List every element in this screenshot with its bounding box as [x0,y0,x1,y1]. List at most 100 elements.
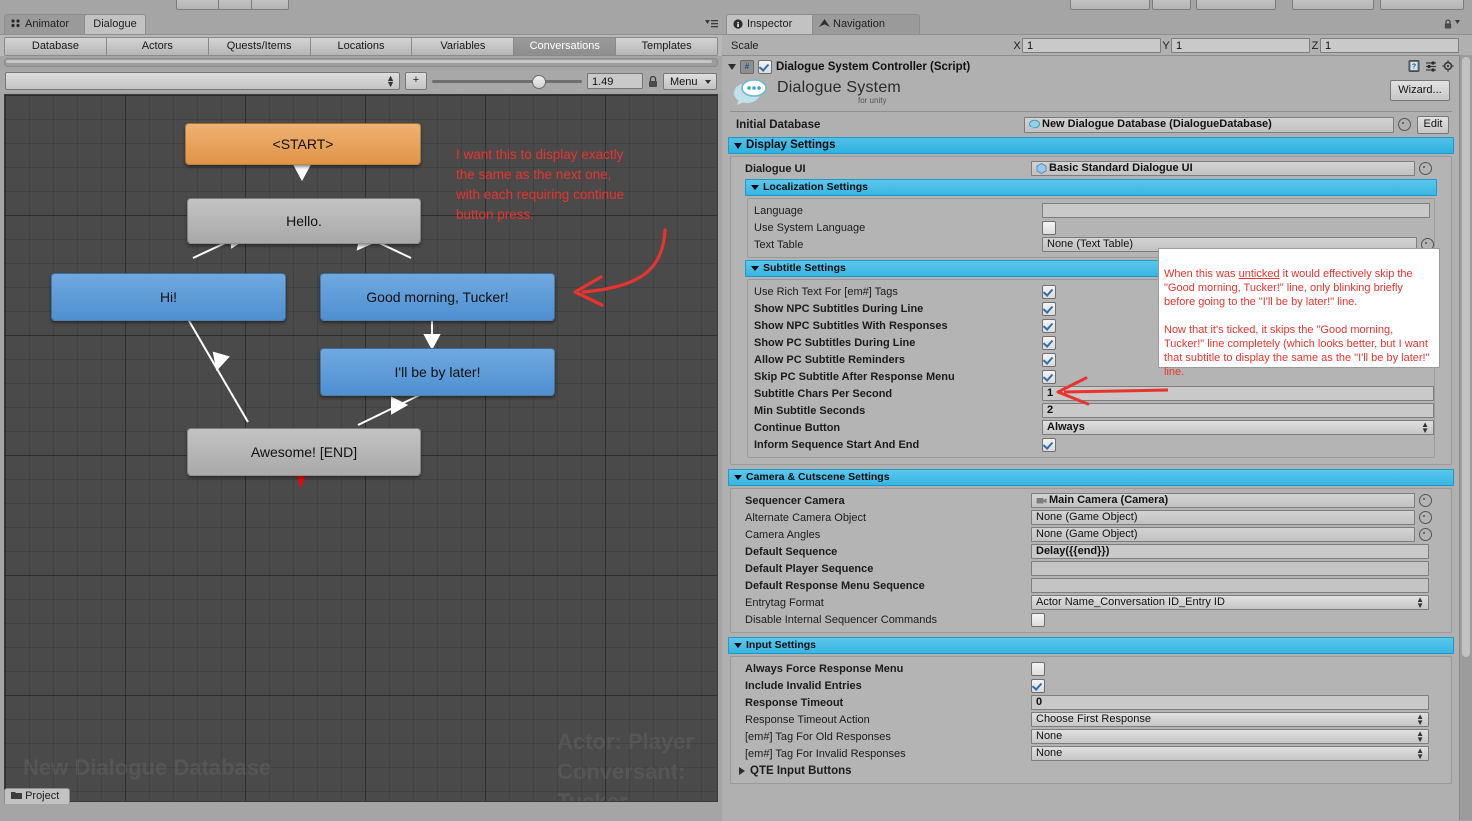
inspector-scrollbar-thumb[interactable] [1462,57,1470,657]
help-icon[interactable]: ? [1408,60,1420,72]
inspector-lock-icon[interactable] [1444,19,1452,29]
db-tab-database[interactable]: Database [4,37,107,56]
node-hello[interactable]: Hello. [187,198,421,244]
db-tab-conversations[interactable]: Conversations [514,37,617,56]
node-good-morning[interactable]: Good morning, Tucker! [320,273,555,321]
always-force-response-menu-checkbox[interactable] [1031,661,1045,676]
db-tab-variables[interactable]: Variables [412,37,515,56]
tab-inspector[interactable]: Inspector [726,14,824,34]
lock-icon[interactable] [648,75,658,88]
continue-button-dropdown[interactable]: Always ▲ ▼ [1042,420,1434,435]
db-tab-quests-items[interactable]: Quests/Items [208,37,311,56]
sequencer-camera-field[interactable]: Main Camera (Camera) [1031,493,1415,508]
zoom-value-field[interactable]: 1.49 [587,73,643,89]
language-field[interactable] [1042,203,1430,218]
tag-old-responses-dropdown[interactable]: None ▲ ▼ [1031,729,1429,744]
include-invalid-entries-checkbox[interactable] [1031,678,1045,693]
input-settings-header[interactable]: Input Settings [728,637,1454,654]
pane-options-icon[interactable] [705,18,718,29]
node-be-by-later[interactable]: I'll be by later! [320,348,555,396]
scale-y-field[interactable]: 1 [1171,38,1310,53]
tab-animator[interactable]: Animator [4,14,96,34]
inform-sequence-checkbox[interactable] [1042,437,1056,452]
conversation-select-dropdown[interactable]: ▲ ▼ [5,72,400,90]
component-header[interactable]: # Dialogue System Controller (Script) ? [722,58,1460,75]
alternate-camera-picker-icon[interactable] [1419,511,1432,524]
conversation-node-canvas[interactable]: <START> Hello. Hi! Good morning, Tucker!… [4,94,718,802]
show-npc-with-responses-checkbox[interactable] [1042,318,1056,333]
play-button[interactable] [176,0,220,10]
pause-button[interactable] [218,0,253,10]
default-sequence-field[interactable]: Delay({{end}}) [1031,544,1429,559]
display-settings-title: Display Settings [746,139,836,151]
alternate-camera-field[interactable]: None (Game Object) [1031,510,1415,525]
cloud-button[interactable] [1152,0,1191,10]
edit-database-button[interactable]: Edit [1417,115,1449,134]
account-button[interactable] [1196,0,1276,10]
prefab-icon [1036,163,1047,174]
scrollbar-thumb[interactable] [6,60,712,63]
db-tab-locations[interactable]: Locations [310,37,413,56]
tab-dialogue[interactable]: Dialogue [84,14,146,34]
initial-database-field[interactable]: New Dialogue Database (DialogueDatabase) [1024,116,1394,133]
component-foldout-icon[interactable] [728,63,736,70]
preset-icon[interactable] [1425,60,1437,72]
use-rich-text-checkbox[interactable] [1042,284,1056,299]
node-awesome-end[interactable]: Awesome! [END] [187,428,421,476]
zoom-slider[interactable] [432,73,582,89]
sequencer-camera-picker-icon[interactable] [1419,494,1432,507]
tab-navigation[interactable]: Navigation [812,14,920,34]
camera-angles-picker-icon[interactable] [1419,528,1432,541]
tab-project[interactable]: Project [4,788,71,804]
wizard-button[interactable]: Wizard... [1390,80,1450,101]
dialogue-ui-field[interactable]: Basic Standard Dialogue UI [1031,161,1415,176]
node-hi[interactable]: Hi! [51,273,286,321]
chevron-updown-icon: ▲ ▼ [1416,712,1424,727]
gear-icon[interactable] [1442,60,1454,72]
layout-button[interactable] [1380,0,1464,10]
camera-settings-header[interactable]: Camera & Cutscene Settings [728,469,1454,486]
response-timeout-field[interactable]: 0 [1031,695,1429,710]
input-settings-foldout-icon[interactable] [734,643,742,648]
localization-settings-header[interactable]: Localization Settings [745,179,1437,196]
zoom-slider-handle[interactable] [532,75,546,89]
inspector-vertical-scrollbar[interactable] [1459,55,1472,820]
menu-button[interactable]: Menu [663,72,717,90]
node-be-by-later-label: I'll be by later! [394,364,481,380]
node-awesome-end-label: Awesome! [END] [250,444,358,460]
min-subtitle-seconds-label: Min Subtitle Seconds [754,404,866,417]
add-conversation-button[interactable]: + [405,72,427,90]
use-system-language-checkbox[interactable] [1042,220,1056,235]
layers-button[interactable] [1292,0,1374,10]
step-button[interactable] [251,0,289,10]
camera-angles-field[interactable]: None (Game Object) [1031,527,1415,542]
response-timeout-action-dropdown[interactable]: Choose First Response ▲ ▼ [1031,712,1429,727]
dialogue-ui-picker-icon[interactable] [1419,162,1432,175]
default-player-sequence-field[interactable] [1031,561,1429,576]
display-settings-header[interactable]: Display Settings [728,137,1454,154]
show-pc-during-line-label: Show PC Subtitles During Line [754,336,916,349]
node-start[interactable]: <START> [185,123,421,165]
component-enabled-checkbox[interactable] [758,59,772,74]
tag-invalid-responses-dropdown[interactable]: None ▲ ▼ [1031,746,1429,761]
qte-foldout-icon[interactable] [739,766,745,775]
response-timeout-action-label: Response Timeout Action [745,713,870,726]
db-tab-actors[interactable]: Actors [106,37,209,56]
allow-pc-reminders-checkbox[interactable] [1042,352,1056,367]
show-pc-during-line-checkbox[interactable] [1042,335,1056,350]
subtitle-foldout-icon[interactable] [751,266,759,271]
qte-input-buttons-row[interactable]: QTE Input Buttons [731,762,1451,779]
collab-button[interactable] [1070,0,1150,10]
show-npc-during-line-checkbox[interactable] [1042,301,1056,316]
disable-internal-sequencer-checkbox[interactable] [1031,612,1045,627]
object-picker-icon[interactable] [1398,118,1411,131]
localization-foldout-icon[interactable] [751,185,759,190]
entrytag-format-dropdown[interactable]: Actor Name_Conversation ID_Entry ID ▲ ▼ [1031,595,1429,610]
scale-x-field[interactable]: 1 [1022,38,1161,53]
default-response-menu-sequence-field[interactable] [1031,578,1429,593]
db-tab-templates[interactable]: Templates [616,37,719,56]
scale-z-field[interactable]: 1 [1320,38,1459,53]
camera-settings-foldout-icon[interactable] [734,475,742,480]
horizontal-scrollbar[interactable] [4,58,718,67]
display-settings-foldout-icon[interactable] [734,142,742,149]
